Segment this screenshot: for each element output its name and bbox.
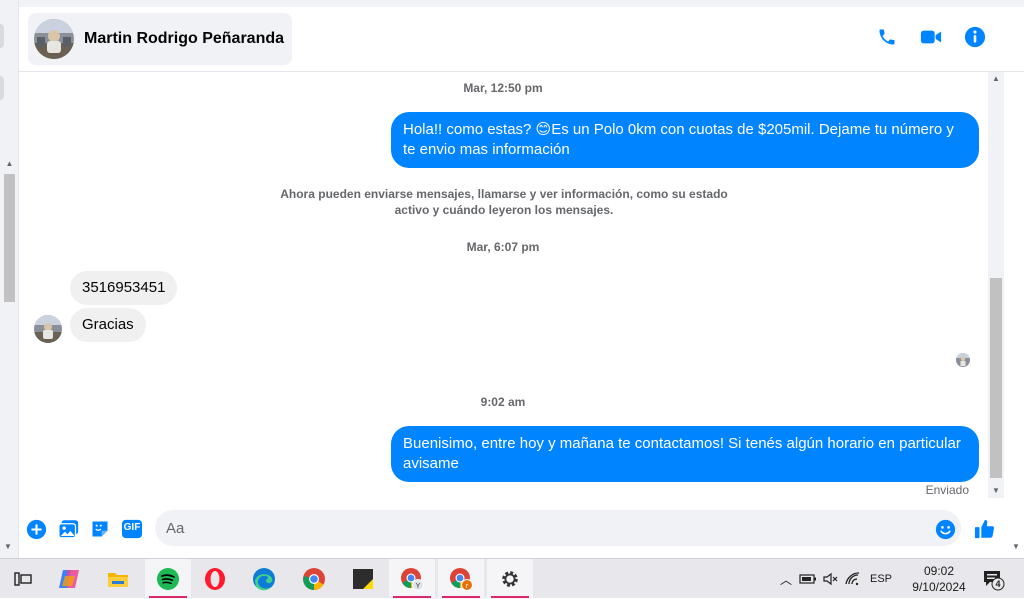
delivery-status: Enviado (925, 483, 969, 497)
chrome-icon[interactable] (291, 559, 337, 599)
notification-center-icon[interactable]: 4 (982, 569, 1006, 591)
outgoing-message[interactable]: Hola!! como estas? 😊Es un Polo 0km con c… (391, 112, 979, 168)
scroll-down-arrow-icon[interactable]: ▼ (4, 542, 12, 551)
incoming-message[interactable]: Gracias (70, 308, 146, 342)
incoming-message[interactable]: 3516953451 (70, 271, 178, 305)
message-timestamp: 9:02 am (480, 395, 526, 409)
left-page-strip: ▲ (0, 0, 19, 558)
scrollbar-thumb[interactable] (990, 278, 1002, 478)
settings-icon[interactable] (487, 559, 533, 599)
copilot-icon[interactable] (46, 559, 92, 599)
left-nav-indicator (0, 24, 4, 48)
read-receipt-avatar (956, 353, 970, 367)
opera-icon[interactable] (192, 559, 238, 599)
scroll-down-arrow-icon[interactable]: ▼ (988, 484, 1004, 498)
video-camera-icon[interactable] (920, 26, 942, 48)
system-notice-line: Ahora pueden enviarse mensajes, llamarse… (280, 187, 728, 201)
message-input[interactable] (155, 510, 961, 546)
file-explorer-icon[interactable] (95, 559, 141, 599)
wifi-icon[interactable] (842, 572, 864, 586)
taskbar-clock[interactable]: 09:02 9/10/2024 (905, 563, 973, 595)
notification-count-badge: 4 (995, 579, 1001, 589)
contact-avatar (34, 19, 74, 59)
contact-profile-button[interactable]: Martin Rodrigo Peñaranda (28, 13, 292, 65)
sender-avatar[interactable] (34, 315, 62, 343)
input-language[interactable]: ESP (870, 573, 892, 585)
plus-icon[interactable] (25, 518, 47, 540)
info-icon[interactable] (964, 26, 986, 48)
phone-icon[interactable] (876, 26, 898, 48)
contact-name: Martin Rodrigo Peñaranda (84, 30, 285, 47)
svg-text:Y: Y (416, 583, 421, 590)
clock-date: 9/10/2024 (912, 580, 966, 594)
message-thread: Mar, 12:50 pm Hola!! como estas? 😊Es un … (19, 72, 987, 498)
scroll-up-arrow-icon[interactable]: ▲ (3, 158, 16, 170)
windows-taskbar: Y r ︿ ESP 09:02 9/10/2024 4 (0, 558, 1024, 599)
battery-icon[interactable] (796, 573, 820, 585)
edge-icon[interactable] (241, 559, 287, 599)
system-tray: ︿ ESP (776, 559, 892, 599)
show-hidden-icons-chevron-icon[interactable]: ︿ (776, 571, 796, 588)
task-view-icon[interactable] (0, 559, 46, 599)
chrome-profile-r-icon[interactable]: r (438, 559, 484, 599)
gif-label: GIF (123, 522, 141, 533)
sticky-notes-icon[interactable] (340, 559, 386, 599)
system-notice: Ahora pueden enviarse mensajes, llamarse… (279, 186, 729, 218)
sticker-icon[interactable] (89, 518, 111, 540)
chat-scrollbar[interactable]: ▲ ▼ (988, 72, 1004, 498)
scroll-up-arrow-icon[interactable]: ▲ (988, 72, 1004, 86)
scroll-down-arrow-icon[interactable]: ▼ (1012, 542, 1020, 551)
emoji-icon[interactable] (934, 518, 956, 540)
left-nav-indicator (0, 76, 4, 100)
scrollbar-thumb[interactable] (4, 174, 15, 302)
system-notice-line: activo y cuándo leyeron los mensajes. (394, 203, 614, 217)
clock-time: 09:02 (923, 564, 955, 578)
message-composer: GIF (19, 498, 1024, 558)
spotify-icon[interactable] (145, 559, 191, 599)
like-icon[interactable] (974, 518, 996, 540)
volume-muted-icon[interactable] (820, 572, 842, 586)
chrome-profile-y-icon[interactable]: Y (389, 559, 435, 599)
message-timestamp: Mar, 6:07 pm (466, 240, 540, 254)
photo-icon[interactable] (57, 518, 79, 540)
conversation-header: Martin Rodrigo Peñaranda (19, 0, 1024, 72)
left-scrollbar[interactable]: ▲ (3, 158, 16, 556)
gif-icon[interactable]: GIF (120, 518, 144, 540)
outgoing-message[interactable]: Buenisimo, entre hoy y mañana te contact… (391, 426, 979, 482)
message-timestamp: Mar, 12:50 pm (463, 81, 543, 95)
